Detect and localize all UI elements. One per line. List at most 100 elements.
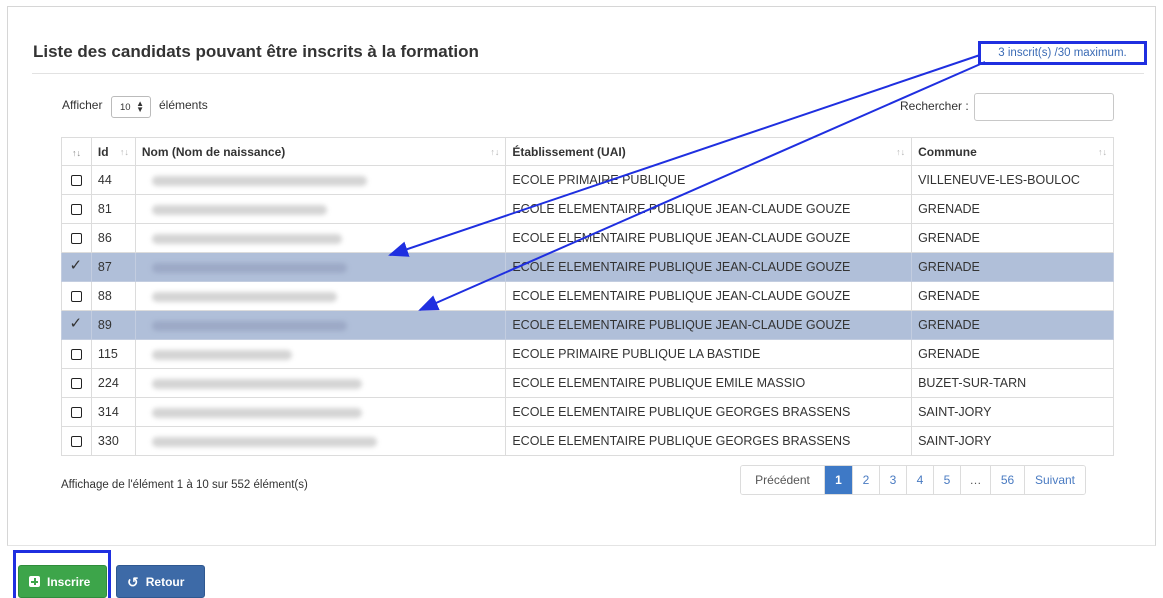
pagination: Précédent 1 2 3 4 5 … 56 Suivant: [740, 465, 1086, 495]
retour-button[interactable]: ↺ Retour: [116, 565, 205, 598]
row-checkbox[interactable]: [70, 204, 82, 216]
col-etablissement-label: Établissement (UAI): [512, 144, 626, 159]
row-checkbox[interactable]: [69, 314, 83, 332]
col-id[interactable]: Id ↑↓: [90, 137, 136, 166]
redacted-name: [151, 291, 337, 302]
table-row[interactable]: 89 ECOLE ELEMENTAIRE PUBLIQUE JEAN-CLAUDE…: [61, 310, 1114, 340]
row-etablissement: ECOLE ELEMENTAIRE PUBLIQUE EMILE MASSIO: [505, 368, 913, 398]
row-checkbox[interactable]: [69, 256, 83, 274]
row-etablissement: ECOLE PRIMAIRE PUBLIQUE LA BASTIDE: [505, 339, 913, 369]
table-row[interactable]: 88 ECOLE ELEMENTAIRE PUBLIQUE JEAN-CLAUDE…: [61, 281, 1114, 311]
redacted-name: [151, 262, 347, 273]
page-4[interactable]: 4: [907, 466, 934, 494]
row-checkbox-cell[interactable]: [61, 165, 92, 195]
row-etablissement: ECOLE ELEMENTAIRE PUBLIQUE JEAN-CLAUDE G…: [505, 281, 913, 311]
row-commune: VILLENEUVE-LES-BOULOC: [911, 165, 1114, 195]
row-id: 330: [90, 426, 136, 456]
pagination-next[interactable]: Suivant: [1025, 466, 1085, 494]
row-id: 314: [90, 397, 136, 427]
row-nom-redacted: [134, 310, 507, 340]
redacted-name: [151, 349, 292, 360]
row-checkbox[interactable]: [70, 291, 82, 303]
row-checkbox[interactable]: [70, 436, 82, 448]
col-commune[interactable]: Commune ↑↓: [911, 137, 1114, 166]
row-checkbox[interactable]: [70, 349, 82, 361]
row-nom-redacted: [134, 368, 507, 398]
col-select[interactable]: ↑↓: [61, 137, 92, 166]
table-header-row: ↑↓ Id ↑↓ Nom (Nom de naissance) ↑↓ Établis…: [61, 137, 1114, 166]
row-etablissement: ECOLE ELEMENTAIRE PUBLIQUE JEAN-CLAUDE G…: [505, 252, 913, 282]
table-row[interactable]: 44 ECOLE PRIMAIRE PUBLIQUE VILLENEUVE-LES-…: [61, 165, 1114, 195]
row-nom-redacted: [134, 223, 507, 253]
page-56[interactable]: 56: [991, 466, 1025, 494]
row-checkbox[interactable]: [70, 378, 82, 390]
table-row[interactable]: 86 ECOLE ELEMENTAIRE PUBLIQUE JEAN-CLAUDE…: [61, 223, 1114, 253]
table-row[interactable]: 314 ECOLE ELEMENTAIRE PUBLIQUE GEORGES BR…: [61, 397, 1114, 427]
row-nom-redacted: [134, 397, 507, 427]
row-id: 224: [90, 368, 136, 398]
row-checkbox-cell[interactable]: [61, 252, 92, 282]
row-etablissement: ECOLE ELEMENTAIRE PUBLIQUE JEAN-CLAUDE G…: [505, 310, 913, 340]
row-commune: GRENADE: [911, 223, 1114, 253]
page-title: Liste des candidats pouvant être inscrit…: [33, 42, 479, 61]
row-commune: GRENADE: [911, 310, 1114, 340]
redacted-name: [151, 204, 327, 215]
undo-icon: ↺: [127, 573, 139, 590]
row-checkbox-cell[interactable]: [61, 310, 92, 340]
row-checkbox[interactable]: [70, 233, 82, 245]
row-checkbox-cell[interactable]: [61, 426, 92, 456]
plus-square-icon: [29, 576, 40, 587]
page-2[interactable]: 2: [853, 466, 880, 494]
row-etablissement: ECOLE ELEMENTAIRE PUBLIQUE JEAN-CLAUDE G…: [505, 223, 913, 253]
col-commune-label: Commune: [918, 144, 977, 159]
col-nom[interactable]: Nom (Nom de naissance) ↑↓: [134, 137, 507, 166]
row-checkbox-cell[interactable]: [61, 339, 92, 369]
inscrire-button[interactable]: Inscrire: [18, 565, 107, 598]
row-checkbox[interactable]: [70, 407, 82, 419]
row-id: 88: [90, 281, 136, 311]
row-id: 89: [90, 310, 136, 340]
row-id: 44: [90, 165, 136, 195]
page-length-value: 10: [120, 101, 131, 113]
pagination-previous[interactable]: Précédent: [741, 466, 825, 494]
title-divider: [32, 73, 1144, 74]
row-nom-redacted: [134, 426, 507, 456]
search-label: Rechercher :: [900, 99, 969, 113]
page-5[interactable]: 5: [934, 466, 961, 494]
row-checkbox-cell[interactable]: [61, 223, 92, 253]
redacted-name: [151, 378, 362, 389]
row-id: 115: [90, 339, 136, 369]
col-id-label: Id: [97, 144, 109, 159]
candidates-table: ↑↓ Id ↑↓ Nom (Nom de naissance) ↑↓ Établis…: [61, 137, 1114, 456]
col-etablissement[interactable]: Établissement (UAI) ↑↓: [505, 137, 913, 166]
table-row[interactable]: 115 ECOLE PRIMAIRE PUBLIQUE LA BASTIDE GRE…: [61, 339, 1114, 369]
search-input[interactable]: [974, 93, 1114, 121]
table-row[interactable]: 224 ECOLE ELEMENTAIRE PUBLIQUE EMILE MASS…: [61, 368, 1114, 398]
page-length-select[interactable]: 10 ▲ ▼: [111, 96, 151, 118]
row-checkbox-cell[interactable]: [61, 281, 92, 311]
row-checkbox-cell[interactable]: [61, 397, 92, 427]
row-commune: BUZET-SUR-TARN: [911, 368, 1114, 398]
redacted-name: [151, 233, 342, 244]
select-arrows-icon: ▲ ▼: [136, 99, 144, 114]
table-row[interactable]: 330 ECOLE ELEMENTAIRE PUBLIQUE GEORGES BR…: [61, 426, 1114, 456]
redacted-name: [151, 436, 377, 447]
row-commune: GRENADE: [911, 194, 1114, 224]
row-id: 81: [90, 194, 136, 224]
sort-icon: ↑↓: [119, 147, 129, 157]
sort-icon: ↑↓: [896, 147, 906, 157]
page-1[interactable]: 1: [825, 466, 853, 494]
row-checkbox-cell[interactable]: [61, 194, 92, 224]
row-etablissement: ECOLE ELEMENTAIRE PUBLIQUE GEORGES BRASS…: [505, 426, 913, 456]
table-info: Affichage de l'élément 1 à 10 sur 552 él…: [61, 479, 308, 491]
row-nom-redacted: [134, 165, 507, 195]
row-checkbox[interactable]: [70, 175, 82, 187]
table-row[interactable]: 87 ECOLE ELEMENTAIRE PUBLIQUE JEAN-CLAUDE…: [61, 252, 1114, 282]
row-etablissement: ECOLE ELEMENTAIRE PUBLIQUE JEAN-CLAUDE G…: [505, 194, 913, 224]
capacity-badge: 3 inscrit(s) /30 maximum.: [978, 41, 1147, 65]
row-checkbox-cell[interactable]: [61, 368, 92, 398]
row-commune: SAINT-JORY: [911, 426, 1114, 456]
page-3[interactable]: 3: [880, 466, 907, 494]
table-row[interactable]: 81 ECOLE ELEMENTAIRE PUBLIQUE JEAN-CLAUDE…: [61, 194, 1114, 224]
col-nom-label: Nom (Nom de naissance): [141, 144, 286, 159]
